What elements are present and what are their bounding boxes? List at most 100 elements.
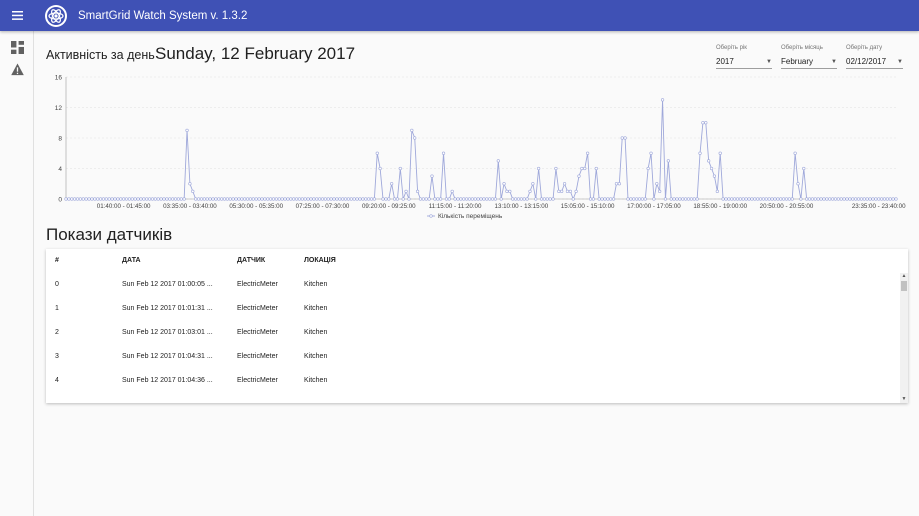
- data-point: [355, 197, 359, 201]
- data-point: [825, 197, 829, 201]
- data-point: [248, 197, 253, 201]
- data-point: [459, 197, 463, 201]
- row-location: Kitchen: [304, 329, 328, 336]
- menu-button[interactable]: [0, 0, 34, 31]
- scroll-down-icon[interactable]: ▼: [900, 396, 908, 403]
- data-point: [467, 197, 472, 201]
- data-point: [655, 182, 659, 186]
- data-point: [859, 197, 864, 201]
- data-point: [127, 197, 132, 201]
- data-point: [519, 197, 523, 201]
- data-point: [733, 197, 737, 201]
- month-select-value: February: [781, 57, 814, 66]
- date-select[interactable]: Оберіть дату 02/12/2017 ▼: [846, 45, 903, 69]
- scroll-up-icon[interactable]: ▲: [900, 273, 908, 280]
- data-point: [583, 166, 587, 171]
- table-row[interactable]: 3 Sun Feb 12 2017 01:04:31 ... ElectricM…: [46, 345, 896, 369]
- data-point: [237, 197, 241, 201]
- data-point: [464, 197, 469, 201]
- data-point: [338, 197, 342, 201]
- data-point: [594, 166, 598, 171]
- scroll-thumb[interactable]: [901, 281, 907, 291]
- data-point: [666, 159, 670, 163]
- header-date: ДАТА: [122, 257, 141, 264]
- y-tick-label: 12: [55, 105, 63, 112]
- data-point: [430, 174, 434, 178]
- data-point: [882, 197, 887, 201]
- x-tick-label: 07:25:00 - 07:30:00: [296, 203, 350, 210]
- x-tick-label: 03:35:00 - 03:40:00: [163, 203, 217, 210]
- data-point: [176, 197, 180, 201]
- data-point: [545, 197, 549, 201]
- data-point: [557, 189, 561, 193]
- data-point: [372, 197, 376, 201]
- data-point: [476, 197, 480, 201]
- dashboard-icon[interactable]: [11, 41, 24, 54]
- data-point: [701, 121, 705, 125]
- data-point: [712, 174, 717, 178]
- data-point: [358, 197, 362, 201]
- data-point: [799, 197, 803, 201]
- row-location: Kitchen: [304, 377, 328, 384]
- data-point: [709, 166, 714, 171]
- data-point: [635, 197, 639, 201]
- legend-marker: [429, 214, 433, 218]
- data-point: [369, 197, 374, 201]
- table-row[interactable]: 2 Sun Feb 12 2017 01:03:01 ... ElectricM…: [46, 321, 896, 345]
- data-point: [511, 197, 515, 201]
- data-point: [280, 197, 284, 201]
- data-point: [456, 197, 460, 201]
- data-point: [297, 197, 302, 201]
- data-point: [87, 197, 91, 201]
- data-point: [96, 197, 100, 201]
- row-date: Sun Feb 12 2017 01:01:31 ...: [122, 305, 213, 312]
- data-point: [90, 197, 94, 201]
- data-point: [756, 197, 760, 201]
- data-point: [649, 151, 653, 155]
- row-sensor: ElectricMeter: [237, 377, 278, 384]
- data-point: [534, 197, 538, 201]
- data-point: [150, 197, 155, 201]
- data-point: [450, 189, 454, 193]
- data-point: [404, 189, 408, 193]
- data-point: [320, 197, 325, 201]
- data-point: [263, 197, 267, 201]
- data-point: [637, 197, 642, 201]
- data-point: [436, 197, 440, 201]
- x-tick-label: 15:05:00 - 15:10:00: [561, 203, 615, 210]
- data-point: [580, 166, 584, 171]
- warning-icon[interactable]: [11, 63, 24, 76]
- data-point: [142, 197, 146, 201]
- data-point: [793, 151, 797, 155]
- table-row[interactable]: 4 Sun Feb 12 2017 01:04:36 ... ElectricM…: [46, 369, 896, 393]
- row-index: 2: [55, 329, 59, 336]
- data-point: [341, 197, 345, 201]
- data-point: [407, 197, 411, 201]
- data-point: [807, 197, 812, 201]
- data-point: [805, 197, 809, 201]
- data-point: [98, 197, 103, 201]
- x-tick-label: 09:20:00 - 09:25:00: [362, 203, 416, 210]
- data-point: [600, 197, 604, 201]
- month-select[interactable]: Оберіть місяць February ▼: [781, 45, 837, 69]
- table-scrollbar[interactable]: ▲ ▼: [900, 273, 908, 403]
- data-point: [816, 197, 820, 201]
- data-point: [689, 197, 693, 201]
- page-title: Sunday, 12 February 2017: [155, 44, 356, 63]
- year-select-value: 2017: [716, 57, 734, 66]
- data-point: [787, 197, 791, 201]
- data-point: [139, 197, 143, 201]
- data-point: [672, 197, 676, 201]
- table-row[interactable]: 1 Sun Feb 12 2017 01:01:31 ... ElectricM…: [46, 297, 896, 321]
- table-row[interactable]: 0 Sun Feb 12 2017 01:00:05 ... ElectricM…: [46, 273, 896, 297]
- year-select[interactable]: Оберіть рік 2017 ▼: [716, 45, 772, 69]
- header-index: #: [55, 257, 59, 264]
- data-point: [473, 197, 477, 201]
- date-select-value: 02/12/2017: [846, 57, 887, 66]
- data-point: [522, 197, 526, 201]
- x-tick-label: 05:30:00 - 05:35:00: [229, 203, 283, 210]
- data-point: [315, 197, 319, 201]
- year-select-label: Оберіть рік: [716, 45, 747, 51]
- data-point: [614, 182, 619, 186]
- sensors-title: Покази датчиків: [46, 225, 173, 244]
